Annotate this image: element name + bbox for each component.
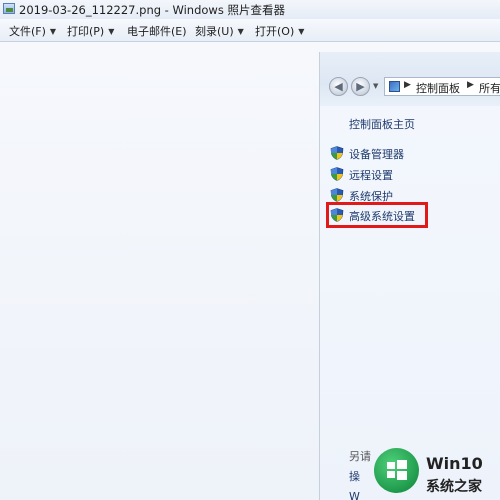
control-panel-home-link: 控制面板主页 bbox=[349, 118, 415, 131]
address-bar: ▶ 控制面板 ▶ 所有 bbox=[384, 77, 500, 96]
menu-file[interactable]: 文件(F) ▼ bbox=[9, 23, 56, 39]
control-panel-icon bbox=[389, 81, 400, 92]
menu-print-label: 打印(P) bbox=[67, 25, 105, 38]
photo-viewer-app-icon bbox=[3, 3, 15, 14]
watermark-subtitle: 系统之家 bbox=[426, 479, 482, 495]
explorer-toolbar: ◀ ▶ ▼ ▶ 控制面板 ▶ 所有 bbox=[320, 52, 500, 106]
shield-icon bbox=[330, 188, 344, 202]
windows-logo-icon bbox=[374, 448, 419, 493]
chevron-down-icon: ▼ bbox=[49, 27, 57, 36]
see-also-item: 操 bbox=[349, 470, 360, 483]
menu-burn-label: 刻录(U) bbox=[195, 25, 234, 38]
title-bar: 2019-03-26_112227.png - Windows 照片查看器 bbox=[0, 0, 500, 20]
chevron-down-icon: ▼ bbox=[373, 82, 379, 90]
control-panel-sidebar bbox=[320, 106, 500, 500]
shield-icon bbox=[330, 167, 344, 181]
chevron-right-icon: ▶ bbox=[404, 80, 411, 90]
breadcrumb-all: 所有 bbox=[479, 82, 500, 95]
window-title: 2019-03-26_112227.png - Windows 照片查看器 bbox=[19, 3, 285, 17]
back-arrow-icon: ◀ bbox=[329, 77, 348, 96]
see-also-heading: 另请 bbox=[349, 450, 371, 463]
menu-burn[interactable]: 刻录(U) ▼ bbox=[195, 23, 244, 39]
forward-arrow-icon: ▶ bbox=[351, 77, 370, 96]
highlight-box bbox=[326, 202, 428, 228]
chevron-down-icon: ▼ bbox=[108, 27, 115, 36]
shield-icon bbox=[330, 146, 344, 160]
sidebar-item-label: 设备管理器 bbox=[349, 148, 404, 161]
watermark: Win10 系统之家 bbox=[374, 448, 500, 500]
chevron-down-icon: ▼ bbox=[298, 27, 305, 36]
menu-file-label: 文件(F) bbox=[9, 25, 46, 38]
menu-open-label: 打开(O) bbox=[255, 25, 295, 38]
breadcrumb-control-panel: 控制面板 bbox=[416, 82, 460, 95]
watermark-title: Win10 bbox=[426, 454, 483, 473]
sidebar-item-label: 远程设置 bbox=[349, 169, 393, 182]
chevron-right-icon: ▶ bbox=[467, 80, 474, 90]
menu-print[interactable]: 打印(P) ▼ bbox=[67, 23, 114, 39]
menu-email-label: 电子邮件(E) bbox=[127, 25, 187, 38]
displayed-image: ◀ ▶ ▼ ▶ 控制面板 ▶ 所有 控制面板主页 设备管理器 远程设置 系统保护… bbox=[319, 52, 500, 500]
chevron-down-icon: ▼ bbox=[237, 27, 244, 36]
menu-open[interactable]: 打开(O) ▼ bbox=[255, 23, 304, 39]
menu-email[interactable]: 电子邮件(E) bbox=[127, 23, 187, 39]
see-also-item: W bbox=[349, 490, 360, 500]
menu-bar: 文件(F) ▼ 打印(P) ▼ 电子邮件(E) 刻录(U) ▼ 打开(O) ▼ bbox=[0, 19, 500, 42]
